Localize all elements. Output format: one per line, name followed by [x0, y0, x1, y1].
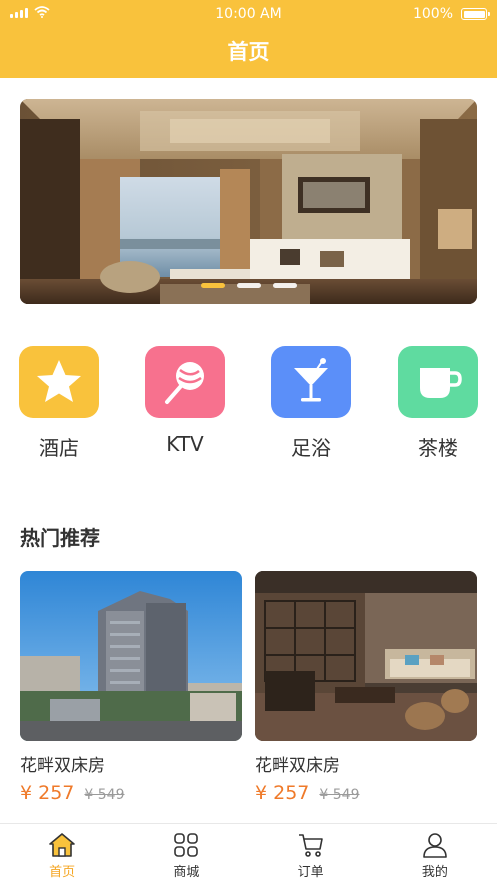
category-icon-bg: [145, 346, 225, 418]
status-right: 100%: [412, 6, 490, 22]
battery-percent: 100%: [412, 6, 453, 22]
tea-room-photo: [255, 571, 477, 741]
product-price-row: ¥ 257 ¥ 549: [255, 782, 477, 804]
tab-label: 商城: [173, 865, 200, 880]
category-label: 茶楼: [418, 436, 458, 460]
category-grid: 酒店 KTV 足浴 茶楼: [0, 346, 497, 466]
header: 10:00 AM 100% 首页: [0, 0, 497, 78]
category-foot-bath[interactable]: 足浴: [271, 346, 351, 461]
product-card[interactable]: 花畔双床房 ¥ 257 ¥ 549: [20, 571, 242, 804]
user-icon: [423, 833, 447, 858]
lollipop-icon: [165, 362, 204, 404]
battery-icon: [461, 8, 490, 20]
banner-carousel[interactable]: [20, 99, 477, 304]
banner-image: [20, 99, 477, 304]
status-bar: 10:00 AM 100%: [0, 0, 497, 28]
product-original-price: ¥ 549: [319, 787, 360, 803]
tab-label: 订单: [297, 865, 324, 880]
tab-label: 我的: [421, 865, 448, 880]
product-original-price: ¥ 549: [84, 787, 125, 803]
product-price: ¥ 257: [20, 782, 75, 804]
tab-label: 首页: [49, 865, 76, 880]
product-price: ¥ 257: [255, 782, 310, 804]
tab-home[interactable]: 首页: [0, 824, 124, 883]
hotel-building-photo: [20, 571, 242, 741]
banner-dot[interactable]: [236, 283, 261, 288]
product-image: [20, 571, 242, 741]
category-label: 酒店: [39, 436, 79, 460]
category-label: KTV: [166, 432, 204, 456]
category-icon-bg: [398, 346, 478, 418]
grid-icon: [174, 833, 199, 857]
banner-dot[interactable]: [200, 283, 225, 288]
banner-indicator: [20, 283, 477, 288]
cup-icon: [420, 368, 462, 398]
cart-icon: [298, 834, 323, 857]
page-title: 首页: [227, 40, 270, 64]
category-label: 足浴: [291, 436, 331, 460]
category-teahouse[interactable]: 茶楼: [398, 346, 478, 461]
tab-orders[interactable]: 订单: [249, 824, 373, 883]
tab-bar: 首页 商城 订单 我的: [0, 823, 497, 883]
product-card[interactable]: 花畔双床房 ¥ 257 ¥ 549: [255, 571, 477, 804]
product-image: [255, 571, 477, 741]
category-icon-bg: [271, 346, 351, 418]
tab-mall[interactable]: 商城: [124, 824, 248, 883]
banner-dot[interactable]: [272, 283, 297, 288]
cocktail-glass-icon: [294, 358, 328, 402]
category-ktv[interactable]: KTV: [145, 346, 225, 456]
home-icon: [49, 833, 75, 857]
product-price-row: ¥ 257 ¥ 549: [20, 782, 242, 804]
product-name: 花畔双床房: [255, 756, 340, 776]
star-icon: [37, 360, 81, 402]
tab-profile[interactable]: 我的: [373, 824, 497, 883]
product-name: 花畔双床房: [20, 756, 105, 776]
category-hotel[interactable]: 酒店: [19, 346, 99, 461]
section-title: 热门推荐: [20, 526, 100, 550]
category-icon-bg: [19, 346, 99, 418]
